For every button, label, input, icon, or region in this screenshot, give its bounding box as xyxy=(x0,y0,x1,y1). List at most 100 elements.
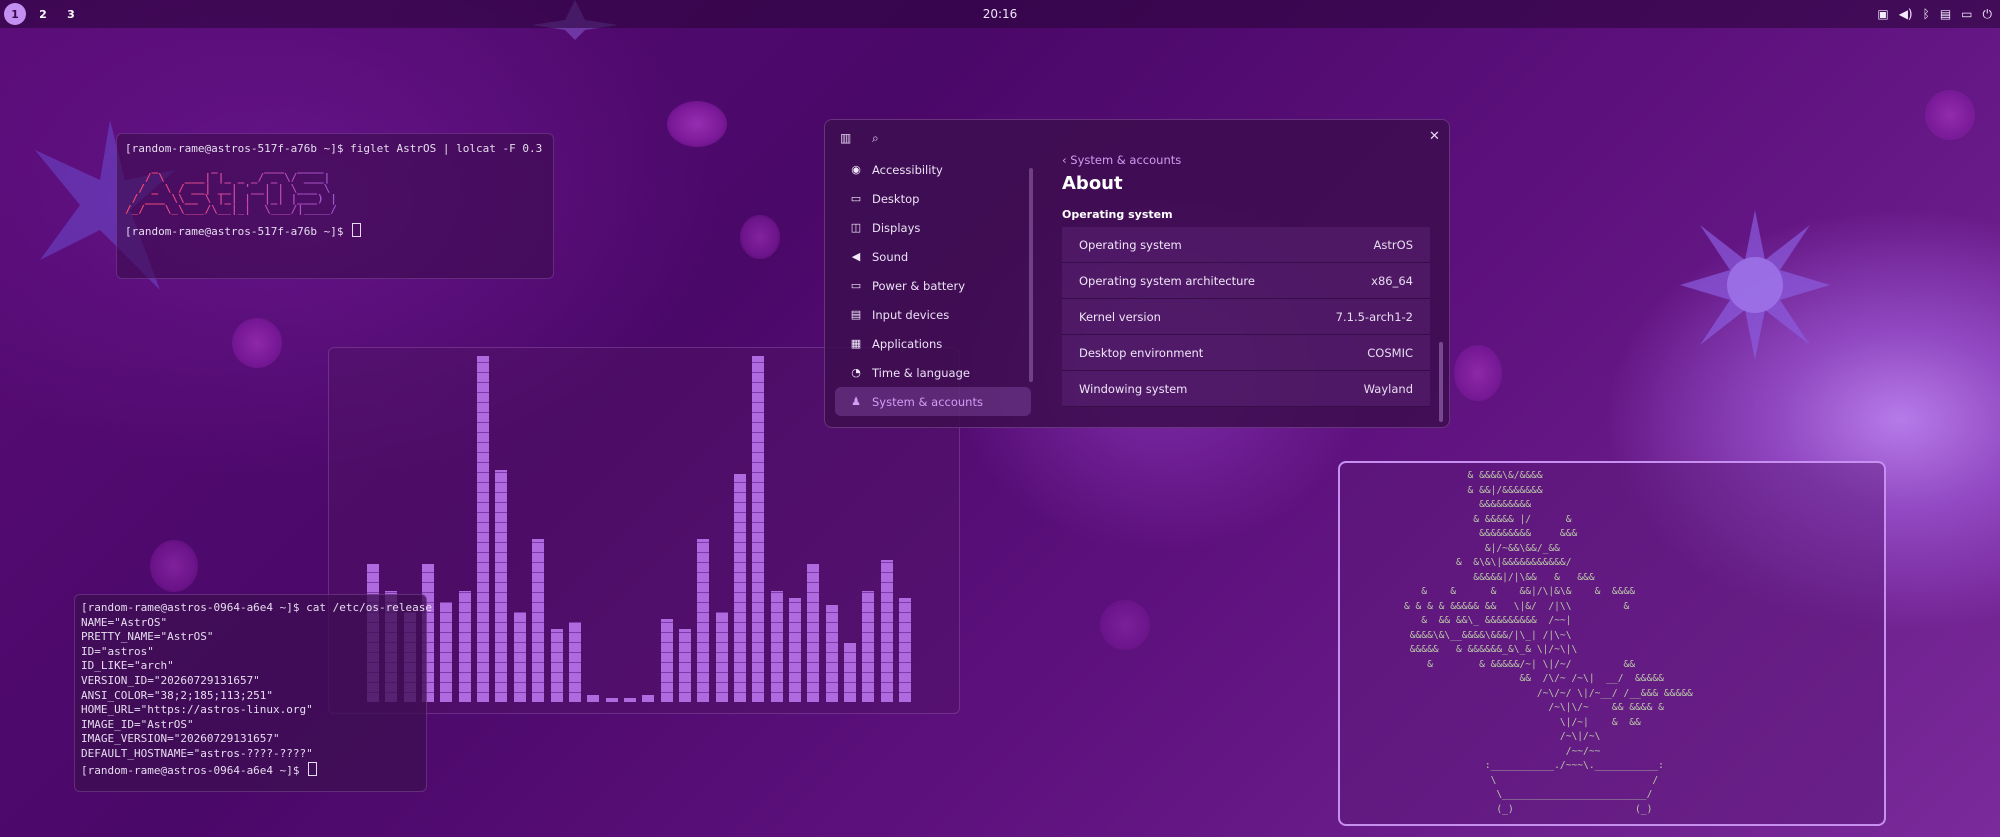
battery-icon: ▭ xyxy=(850,279,862,292)
visualizer-bar xyxy=(550,629,563,702)
ascii-art-line: & &&|/&&&&&&& xyxy=(1352,484,1543,496)
sidebar-item-input-devices[interactable]: ▤ Input devices xyxy=(835,300,1031,329)
visualizer-bar xyxy=(807,564,820,702)
sidebar-scrollbar[interactable] xyxy=(1029,168,1033,382)
ascii-art-line: & & & &&|/\|&\& & &&&& xyxy=(1352,586,1636,597)
terminal-cursor xyxy=(308,761,318,776)
background-blob xyxy=(150,540,198,592)
ascii-bonsai-window[interactable]: & &&&&\&/&&&& & &&|/&&&&&&& &&&&&&&&& & … xyxy=(1338,461,1886,826)
bluetooth-icon[interactable]: ᛒ xyxy=(1923,8,1930,20)
ascii-art-line: \ / xyxy=(1352,774,1659,786)
info-label: Operating system xyxy=(1079,237,1182,252)
power-icon[interactable]: ⏻ xyxy=(1983,8,1993,20)
info-label: Operating system architecture xyxy=(1079,273,1255,288)
terminal-line: [random-rame@astros-0964-a6e4 ~]$ cat /e… xyxy=(81,601,432,614)
workspace-1-button[interactable]: 1 xyxy=(4,3,26,25)
ascii-art-line: \_________________________/ xyxy=(1352,789,1653,800)
terminal-window-os-release[interactable]: [random-rame@astros-0964-a6e4 ~]$ cat /e… xyxy=(74,594,432,792)
ascii-art-line: & &&&&\&/&&&& xyxy=(1352,470,1543,481)
settings-sidebar: ◉ Accessibility ▭ Desktop ◫ Displays ◀ Sound ▭ Po… xyxy=(835,155,1031,416)
sidebar-item-time-language[interactable]: ◔ Time & language xyxy=(835,358,1031,387)
accounts-icon: ♟ xyxy=(851,395,861,408)
visualizer-bar xyxy=(899,598,912,702)
ascii-art-line: & & & & &&&&& && \|&/ /|\\ & xyxy=(1352,600,1630,612)
sidebar-item-power-battery[interactable]: ▭ Power & battery xyxy=(835,271,1031,300)
ascii-art-line: & & &&&&&/~| \|/~/ && xyxy=(1352,658,1636,670)
info-row: Kernel version 7.1.5-arch1-2 xyxy=(1062,299,1430,335)
terminal-line: VERSION_ID="20260729131657" xyxy=(81,673,260,687)
visualizer-bar xyxy=(660,619,673,702)
ascii-art-line: /~\|\/~ && &&&& & xyxy=(1352,702,1664,713)
breadcrumb-back-link[interactable]: ‹ System & accounts xyxy=(1062,153,1430,167)
notifications-icon[interactable]: ▭ xyxy=(1961,8,1972,20)
visualizer-bar xyxy=(568,622,581,702)
terminal-cursor xyxy=(352,223,362,238)
visualizer-bar xyxy=(440,602,453,702)
clock[interactable]: 20:16 xyxy=(983,7,1018,21)
calendar-icon[interactable]: ▤ xyxy=(1940,8,1951,20)
info-value: 7.1.5-arch1-2 xyxy=(1335,309,1413,324)
volume-icon[interactable]: ◀) xyxy=(1899,8,1913,20)
visualizer-bar xyxy=(605,698,618,702)
terminal-line: HOME_URL="https://astros-linux.org" xyxy=(81,703,313,717)
ascii-art-line: /~\/~/ \|/~__/ /__&&& &&&&& xyxy=(1352,687,1693,699)
background-star xyxy=(1680,210,1830,360)
visualizer-bar xyxy=(495,470,508,702)
terminal-prompt: [random-rame@astros-0964-a6e4 ~]$ xyxy=(81,761,420,779)
sidebar-item-label: Power & battery xyxy=(872,278,966,293)
content-scrollbar[interactable] xyxy=(1439,342,1443,422)
search-icon[interactable]: ⌕ xyxy=(872,131,879,146)
accessibility-icon: ◉ xyxy=(851,163,861,176)
sidebar-item-accessibility[interactable]: ◉ Accessibility xyxy=(835,155,1031,184)
displays-icon: ◫ xyxy=(850,221,862,234)
info-label: Kernel version xyxy=(1079,309,1161,324)
ascii-art-line: &&&&& & &&&&&&_&\_& \|/~\|\ xyxy=(1352,644,1578,655)
terminal-prompt: [random-rame@astros-517f-a76b ~]$ xyxy=(125,223,545,240)
visualizer-bar xyxy=(789,598,802,702)
info-row: Windowing system Wayland xyxy=(1062,371,1430,407)
visualizer-bar xyxy=(477,356,490,702)
workspace-3-button[interactable]: 3 xyxy=(60,3,82,25)
sound-icon: ◀ xyxy=(851,250,861,263)
ascii-art-line: &&&&&&&&& xyxy=(1352,499,1532,510)
sidebar-item-label: Applications xyxy=(872,336,943,351)
info-value: x86_64 xyxy=(1371,273,1413,288)
sidebar-item-desktop[interactable]: ▭ Desktop xyxy=(835,184,1031,213)
ascii-art-line: /~~/~~ xyxy=(1352,745,1601,757)
page-title: About xyxy=(1062,173,1123,194)
about-page: ‹ System & accounts About Operating syst… xyxy=(1062,153,1430,407)
astros-ascii-logo: _ _ ___ ____ / \ ___| |_ _ _/ _ \/ ___| … xyxy=(125,162,545,216)
info-value: Wayland xyxy=(1363,381,1413,396)
terminal-line: DEFAULT_HOSTNAME="astros-????-????" xyxy=(81,746,313,760)
info-row: Operating system AstrOS xyxy=(1062,227,1430,263)
section-heading: Operating system xyxy=(1062,208,1173,221)
sidebar-item-sound[interactable]: ◀ Sound xyxy=(835,242,1031,271)
ascii-art-line: &&&&&&&&& &&& xyxy=(1352,528,1578,539)
top-panel: 1 2 3 20:16 ▣ ◀) ᛒ ▤ ▭ ⏻ xyxy=(0,0,2000,28)
sidebar-toggle-icon[interactable]: ▥ xyxy=(840,131,851,145)
terminal-window-figlet[interactable]: [random-rame@astros-517f-a76b ~]$ figlet… xyxy=(116,133,554,279)
visualizer-bar xyxy=(642,695,655,702)
visualizer-bar xyxy=(734,474,746,702)
ascii-art-line: && /\/~ /~\| __/ &&&&& xyxy=(1352,673,1664,684)
sidebar-item-applications[interactable]: ▦ Applications xyxy=(835,329,1031,358)
screen-share-icon[interactable]: ▣ xyxy=(1877,8,1888,20)
ascii-art-line: &&&&\&\__&&&&\&&&/|\_| /|\~\ xyxy=(1352,629,1572,641)
desktop-icon: ▭ xyxy=(850,192,862,205)
workspace-2-button[interactable]: 2 xyxy=(32,3,54,25)
background-blob xyxy=(232,318,282,368)
terminal-line: ANSI_COLOR="38;2;185;113;251" xyxy=(81,688,274,702)
background-blob xyxy=(1454,345,1502,401)
visualizer-bar xyxy=(880,560,893,702)
ascii-art-line: :___________./~~~\.___________: xyxy=(1352,760,1664,771)
info-row: Desktop environment COSMIC xyxy=(1062,335,1430,371)
terminal-line: ID="astros" xyxy=(81,644,154,658)
visualizer-bar xyxy=(697,539,710,702)
terminal-line: NAME="AstrOS" xyxy=(81,615,168,629)
close-icon[interactable]: ✕ xyxy=(1429,129,1440,144)
visualizer-bar xyxy=(752,356,765,702)
sidebar-item-displays[interactable]: ◫ Displays xyxy=(835,213,1031,242)
background-blob xyxy=(667,101,727,147)
sidebar-item-system-accounts[interactable]: ♟ System & accounts xyxy=(835,387,1031,416)
ascii-art-line: &|/~&&\&&/_&& xyxy=(1352,542,1560,554)
